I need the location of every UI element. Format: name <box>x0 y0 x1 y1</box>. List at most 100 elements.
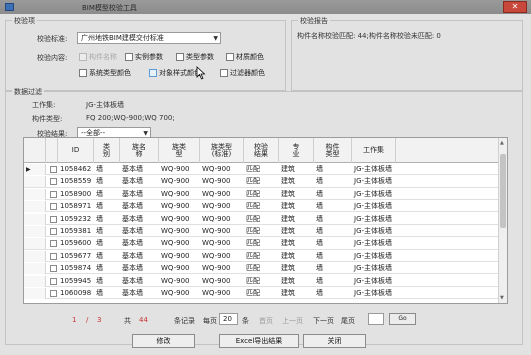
next-page-link[interactable]: 下一页 <box>313 316 334 326</box>
row-header[interactable] <box>24 188 46 200</box>
col-header-family-type[interactable]: 族类 型 <box>159 138 200 163</box>
row-checkbox[interactable] <box>50 166 57 173</box>
table-row[interactable]: 1059232 墙 基本墙 WQ-900 WQ-900 匹配 建筑 墙 JG-主体板墙 <box>24 213 499 225</box>
cell-discipline: 建筑 <box>281 289 295 297</box>
table-row[interactable]: 1058559 墙 基本墙 WQ-900 WQ-900 匹配 建筑 墙 JG-主体板墙 <box>24 176 499 188</box>
row-checkbox[interactable] <box>50 228 57 235</box>
cell-family-type: WQ-900 <box>161 202 190 211</box>
cell-family-type: WQ-900 <box>161 276 190 285</box>
cell-component-type: 墙 <box>316 276 323 285</box>
row-header[interactable] <box>24 226 46 237</box>
table-row[interactable]: 1059381 墙 基本墙 WQ-900 WQ-900 匹配 建筑 墙 JG-主体板墙 <box>24 226 499 238</box>
cell-workset: JG-主体板墙 <box>354 289 393 297</box>
table-row[interactable]: 1059945 墙 基本墙 WQ-900 WQ-900 匹配 建筑 墙 JG-主体板墙 <box>24 275 499 287</box>
option-filter-color[interactable]: 过滤器颜色 <box>220 68 265 78</box>
col-header-filler <box>396 138 499 163</box>
table-row[interactable]: 1058900 墙 基本墙 WQ-900 WQ-900 匹配 建筑 墙 JG-主体板墙 <box>24 188 499 201</box>
cell-family-name: 基本墙 <box>122 276 143 285</box>
result-grid[interactable]: ID 类 别 族名 称 族类 型 族类型 (标准) 校验 结果 专 业 构件 类… <box>23 137 508 304</box>
option-label: 过滤器颜色 <box>230 69 265 77</box>
cell-family-type: WQ-900 <box>161 177 190 186</box>
row-checkbox[interactable] <box>50 240 57 248</box>
table-row[interactable]: 1059677 墙 基本墙 WQ-900 WQ-900 匹配 建筑 墙 JG-主体板墙 <box>24 250 499 263</box>
modify-button[interactable]: 修改 <box>132 334 195 348</box>
row-checkbox[interactable] <box>50 252 57 260</box>
col-header-family-type-standard[interactable]: 族类型 (标准) <box>200 138 244 163</box>
table-row[interactable]: 1059874 墙 基本墙 WQ-900 WQ-900 匹配 建筑 墙 JG-主体板墙 <box>24 263 499 275</box>
row-checkbox[interactable] <box>50 203 57 211</box>
row-header[interactable] <box>24 263 46 275</box>
app-icon <box>5 3 14 11</box>
cell-discipline: 建筑 <box>281 239 295 248</box>
vertical-scrollbar[interactable]: ▲ ▼ <box>498 138 507 303</box>
last-page-link[interactable]: 尾页 <box>341 316 355 326</box>
cell-id: 1059232 <box>60 214 92 223</box>
first-page-link[interactable]: 首页 <box>259 316 273 326</box>
col-header-id[interactable]: ID <box>58 138 94 163</box>
cell-id: 1058462 <box>60 165 92 173</box>
scrollbar-thumb[interactable] <box>500 154 506 228</box>
cell-component-type: 墙 <box>316 214 323 223</box>
option-instance-params[interactable]: 实例参数 <box>125 52 163 62</box>
col-header-family-name[interactable]: 族名 称 <box>120 138 159 163</box>
cell-workset: JG-主体板墙 <box>354 251 393 260</box>
scroll-down-icon[interactable]: ▼ <box>500 295 504 301</box>
cell-category: 墙 <box>96 189 103 198</box>
row-header[interactable] <box>24 213 46 225</box>
close-button[interactable]: ✕ <box>503 1 527 13</box>
per-page-input[interactable]: 20 <box>219 313 238 325</box>
row-header[interactable] <box>24 201 46 213</box>
cell-family-type: WQ-900 <box>161 227 190 235</box>
cell-family-name: 基本墙 <box>122 202 143 211</box>
row-checkbox[interactable] <box>50 215 57 223</box>
option-type-params[interactable]: 类型参数 <box>176 52 214 62</box>
row-checkbox[interactable] <box>50 277 57 285</box>
cell-id: 1059945 <box>60 276 92 285</box>
row-header[interactable] <box>24 238 46 250</box>
option-object-style-color[interactable]: 对象样式颜色 <box>149 68 201 78</box>
row-header[interactable]: ▶ <box>24 164 46 175</box>
prev-page-link[interactable]: 上一页 <box>282 316 303 326</box>
row-header[interactable] <box>24 275 46 287</box>
option-material-color[interactable]: 材质颜色 <box>226 52 264 62</box>
cell-component-type: 墙 <box>316 239 323 248</box>
cell-id: 1059600 <box>60 239 92 248</box>
row-checkbox[interactable] <box>50 178 57 186</box>
goto-page-input[interactable] <box>368 313 384 325</box>
cell-id: 1059874 <box>60 264 92 273</box>
close-dialog-button[interactable]: 关闭 <box>303 334 366 348</box>
grid-header: ID 类 别 族名 称 族类 型 族类型 (标准) 校验 结果 专 业 构件 类… <box>24 138 499 163</box>
cell-component-type: 墙 <box>316 189 323 198</box>
table-row[interactable]: 1060098 墙 基本墙 WQ-900 WQ-900 匹配 建筑 墙 JG-主体板墙 <box>24 288 499 300</box>
cell-component-type: 墙 <box>316 165 323 173</box>
go-button[interactable]: Go <box>389 313 416 325</box>
table-row[interactable]: 1059600 墙 基本墙 WQ-900 WQ-900 匹配 建筑 墙 JG-主体板墙 <box>24 238 499 250</box>
per-page-label: 每页 <box>203 317 217 325</box>
col-header-workset[interactable]: 工作集 <box>352 138 396 163</box>
cell-family-type-standard: WQ-900 <box>202 276 231 285</box>
table-row[interactable]: ▶ 1058462 墙 基本墙 WQ-900 WQ-900 匹配 建筑 墙 JG-主体板墙 <box>24 164 499 176</box>
report-group-title: 校验报告 <box>298 16 330 26</box>
table-row[interactable]: 1058971 墙 基本墙 WQ-900 WQ-900 匹配 建筑 墙 JG-主体板墙 <box>24 201 499 213</box>
workset-value: JG-主体板墙 <box>86 101 125 109</box>
standard-select[interactable]: 广州地铁BIM建模交付标准 ▼ <box>77 32 221 44</box>
cell-category: 墙 <box>96 165 103 173</box>
cell-component-type: 墙 <box>316 264 323 273</box>
col-header-discipline[interactable]: 专 业 <box>279 138 314 163</box>
option-system-type-color[interactable]: 系统类型颜色 <box>79 68 131 78</box>
row-header[interactable] <box>24 288 46 299</box>
row-checkbox[interactable] <box>50 265 57 273</box>
option-component-name[interactable]: 构件名称 <box>79 52 117 62</box>
export-excel-button[interactable]: Excel导出结果 <box>219 334 299 348</box>
row-checkbox[interactable] <box>50 190 57 198</box>
row-checkbox[interactable] <box>50 290 57 297</box>
row-header[interactable] <box>24 250 46 262</box>
col-header-category[interactable]: 类 别 <box>94 138 120 163</box>
option-label: 材质颜色 <box>236 53 264 61</box>
col-header-check-result[interactable]: 校验 结果 <box>244 138 279 163</box>
cell-check-result: 匹配 <box>246 239 260 248</box>
checkbox-icon <box>226 53 234 61</box>
col-header-component-type[interactable]: 构件 类型 <box>314 138 352 163</box>
row-header[interactable] <box>24 176 46 188</box>
scroll-up-icon[interactable]: ▲ <box>500 140 504 146</box>
